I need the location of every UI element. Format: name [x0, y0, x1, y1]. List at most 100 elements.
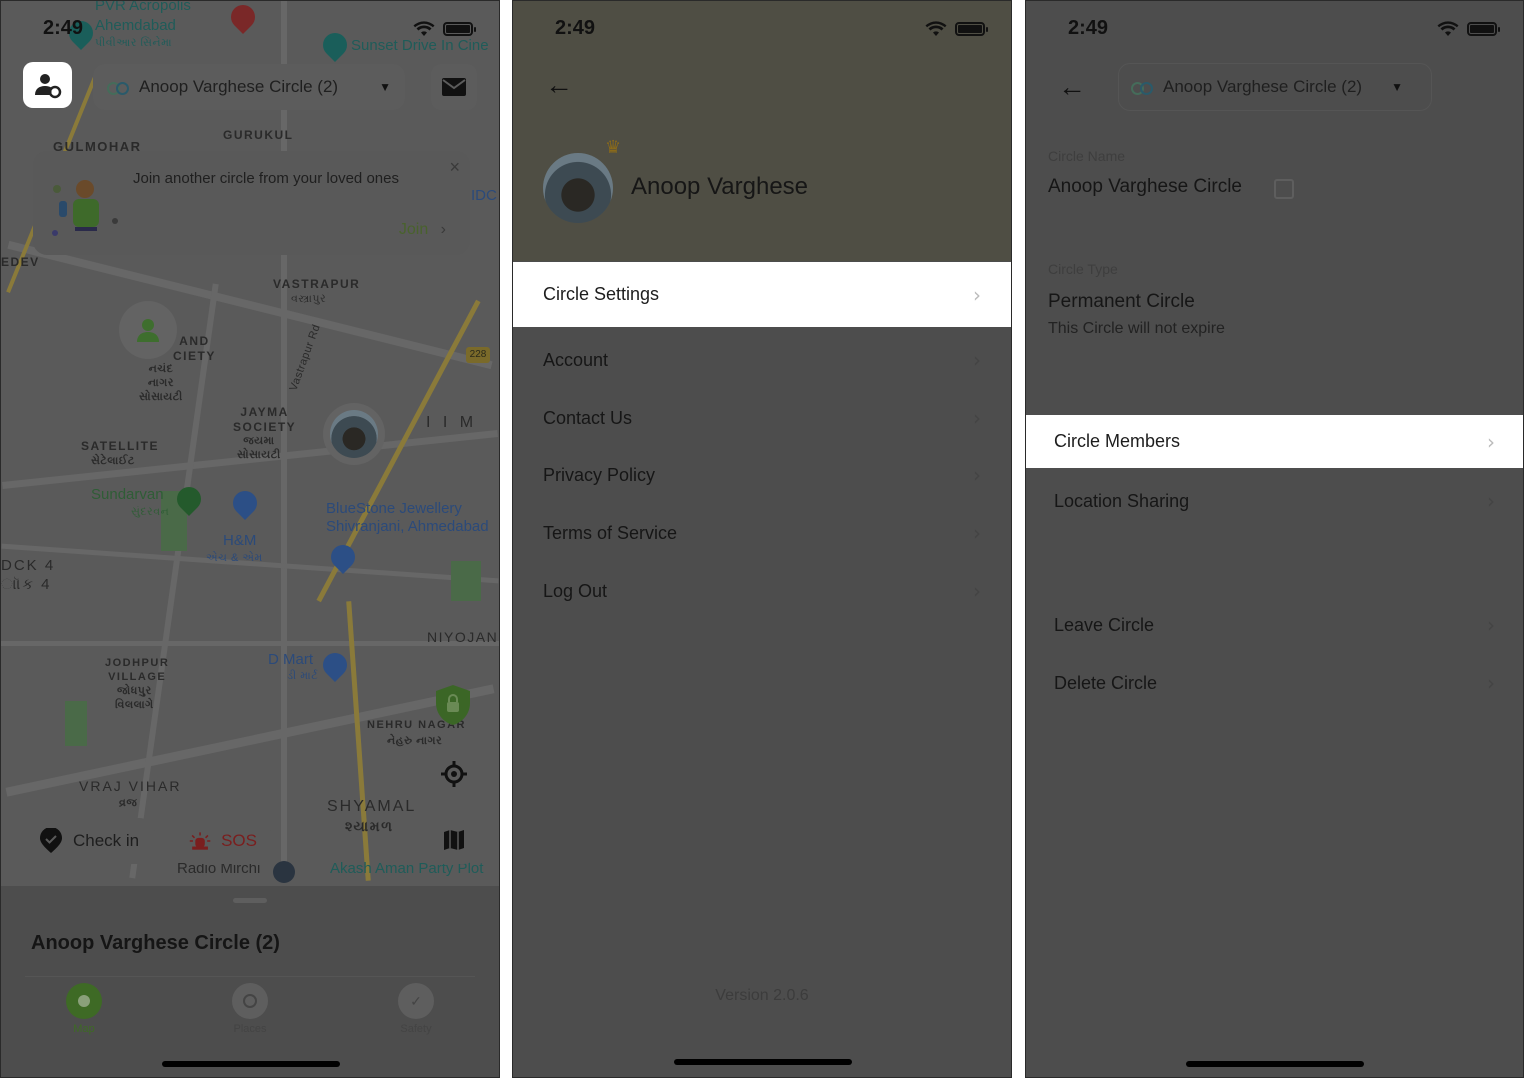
chevron-right-icon: › — [1487, 429, 1495, 454]
menu-item-label: Location Sharing — [1054, 490, 1190, 511]
check-in-pin-icon — [40, 828, 62, 853]
sheet-title: Anoop Varghese Circle (2) — [31, 932, 280, 954]
chevron-right-icon: › — [1487, 489, 1495, 513]
status-time: 2:49 — [43, 17, 84, 39]
map-label-idc: IDC — [471, 187, 497, 204]
map-label-bluestone: BlueStone Jewellery Shivranjani, Ahmedab… — [326, 500, 489, 535]
menu-item-label: Circle Settings — [543, 284, 660, 304]
divider — [25, 976, 475, 977]
menu-item-leave-circle[interactable]: Leave Circle › — [1026, 600, 1523, 650]
menu-item-location-sharing[interactable]: Location Sharing › — [1026, 476, 1523, 526]
tab-label: Safety — [400, 1023, 432, 1035]
map-label-shyamal: SHYAMAL — [327, 798, 417, 815]
circle-name-label: Circle Name — [1048, 148, 1126, 164]
profile-settings-button[interactable] — [23, 62, 72, 108]
battery-icon — [955, 22, 988, 36]
check-in-label: Check in — [73, 831, 140, 850]
sos-button[interactable]: SOS — [175, 818, 271, 864]
map-label-ahemdabad-gu: પીવીઆર સિનેમા — [95, 37, 173, 49]
person-illustration-icon — [52, 180, 118, 236]
circle-type-label: Circle Type — [1048, 261, 1118, 277]
menu-item-label: Contact Us — [543, 407, 633, 428]
map-label-shyamal-gu: શ્યામળ — [345, 818, 394, 834]
sheet-drag-handle[interactable] — [233, 898, 267, 903]
menu-item-terms-of-service[interactable]: Terms of Service › — [513, 508, 1011, 558]
map-label-satellite: SATELLITE — [81, 439, 159, 453]
menu-item-label: Delete Circle — [1054, 672, 1158, 693]
menu-item-privacy-policy[interactable]: Privacy Policy › — [513, 450, 1011, 500]
tab-label: Places — [233, 1023, 267, 1035]
crosshair-icon — [441, 761, 467, 787]
circle-settings-screen: 2:49 ← Anoop Varghese Circle (2) ▼ Circl… — [1025, 0, 1524, 1078]
map-pin-icon — [66, 983, 102, 1019]
menu-item-delete-circle[interactable]: Delete Circle › — [1026, 658, 1523, 708]
tab-safety[interactable]: ✓ Safety — [376, 983, 456, 1035]
menu-item-contact-us[interactable]: Contact Us › — [513, 393, 1011, 443]
map-type-button[interactable] — [430, 816, 478, 864]
bottom-sheet: Anoop Varghese Circle (2) Map Places ✓ S… — [1, 886, 499, 1077]
member-marker-self[interactable] — [323, 403, 385, 465]
person-icon — [137, 319, 159, 342]
map-screen: PVR Acropolis Ahemdabad પીવીઆર સિનેમા Su… — [0, 0, 500, 1078]
back-button[interactable]: ← — [537, 63, 581, 107]
map-label-vraj: VRAJ VIHAR — [79, 778, 182, 794]
tab-map[interactable]: Map — [44, 983, 124, 1035]
crown-icon: ♛ — [605, 137, 622, 157]
menu-item-circle-settings[interactable]: Circle Settings › — [513, 262, 1011, 327]
home-indicator — [162, 1061, 340, 1067]
map-label-jayma-gu: જયમા સોસાયટી — [237, 435, 281, 461]
map-label-hm-gu: એચ & એમ — [206, 552, 263, 564]
map-view[interactable]: PVR Acropolis Ahemdabad પીવીઆર સિનેમા Su… — [1, 1, 499, 886]
dropdown-caret-icon: ▼ — [1391, 80, 1403, 94]
join-circle-card: Join another circle from your loved ones… — [33, 151, 470, 255]
chevron-right-icon: › — [973, 282, 981, 307]
circle-selector[interactable]: Anoop Varghese Circle (2) ▼ — [93, 64, 405, 110]
menu-item-label: Terms of Service — [543, 522, 678, 543]
map-label-vastrapur-rd: Vastrapur Rd — [287, 322, 323, 393]
safety-shield-icon[interactable] — [433, 683, 473, 727]
chevron-right-icon: › — [973, 406, 981, 430]
map-label-dmart-gu: ડી માર્ટ — [287, 670, 319, 682]
battery-icon — [443, 22, 476, 36]
store-pin-icon — [318, 648, 352, 682]
close-icon[interactable]: × — [449, 157, 460, 178]
cinema-pin-icon — [318, 28, 352, 62]
profile-avatar[interactable] — [543, 153, 613, 223]
menu-item-label: Leave Circle — [1054, 614, 1155, 635]
check-in-button[interactable]: Check in — [25, 818, 155, 864]
home-indicator — [674, 1059, 852, 1065]
edit-icon[interactable] — [1274, 179, 1294, 199]
menu-item-account[interactable]: Account › — [513, 335, 1011, 385]
hospital-pin-icon — [226, 1, 260, 34]
member-marker[interactable] — [119, 301, 177, 359]
tab-places[interactable]: Places — [210, 983, 290, 1035]
recenter-location-button[interactable] — [430, 750, 478, 798]
back-button[interactable]: ← — [1050, 65, 1094, 109]
highway-shield: 228 — [466, 347, 490, 363]
wifi-icon — [925, 21, 947, 36]
circle-selector[interactable]: Anoop Varghese Circle (2) ▼ — [1118, 63, 1432, 111]
map-label-jodhpur-gu: જોધપુર વિલલાગે — [115, 685, 154, 711]
status-time: 2:49 — [1068, 17, 1109, 39]
join-label: Join — [398, 221, 429, 238]
wifi-icon — [413, 21, 435, 36]
map-label-iim: I I M — [426, 414, 478, 431]
map-label-society-gu: નચંદ નાગર સોસાયટી — [139, 363, 183, 403]
profile-header — [513, 1, 1011, 261]
map-fold-icon — [444, 830, 464, 850]
chevron-right-icon: › — [973, 521, 981, 545]
messages-button[interactable] — [431, 64, 477, 110]
map-label-sunset: Sunset Drive In Cine — [351, 37, 489, 54]
menu-item-log-out[interactable]: Log Out › — [513, 566, 1011, 616]
app-version: Version 2.0.6 — [715, 987, 809, 1004]
dropdown-caret-icon: ▼ — [379, 80, 391, 94]
map-label-ahemdabad: Ahemdabad — [95, 17, 176, 34]
join-card-message: Join another circle from your loved ones — [133, 170, 399, 187]
map-label-pvr: PVR Acropolis — [95, 1, 191, 14]
shield-check-icon: ✓ — [398, 983, 434, 1019]
join-button[interactable]: Join › — [399, 221, 446, 239]
circle-loop-icon — [1131, 82, 1153, 95]
map-label-vastrapur-gu: વસ્ત્રાપુર — [291, 293, 327, 305]
menu-item-circle-members[interactable]: Circle Members › — [1026, 415, 1523, 468]
chevron-right-icon: › — [1487, 671, 1495, 695]
